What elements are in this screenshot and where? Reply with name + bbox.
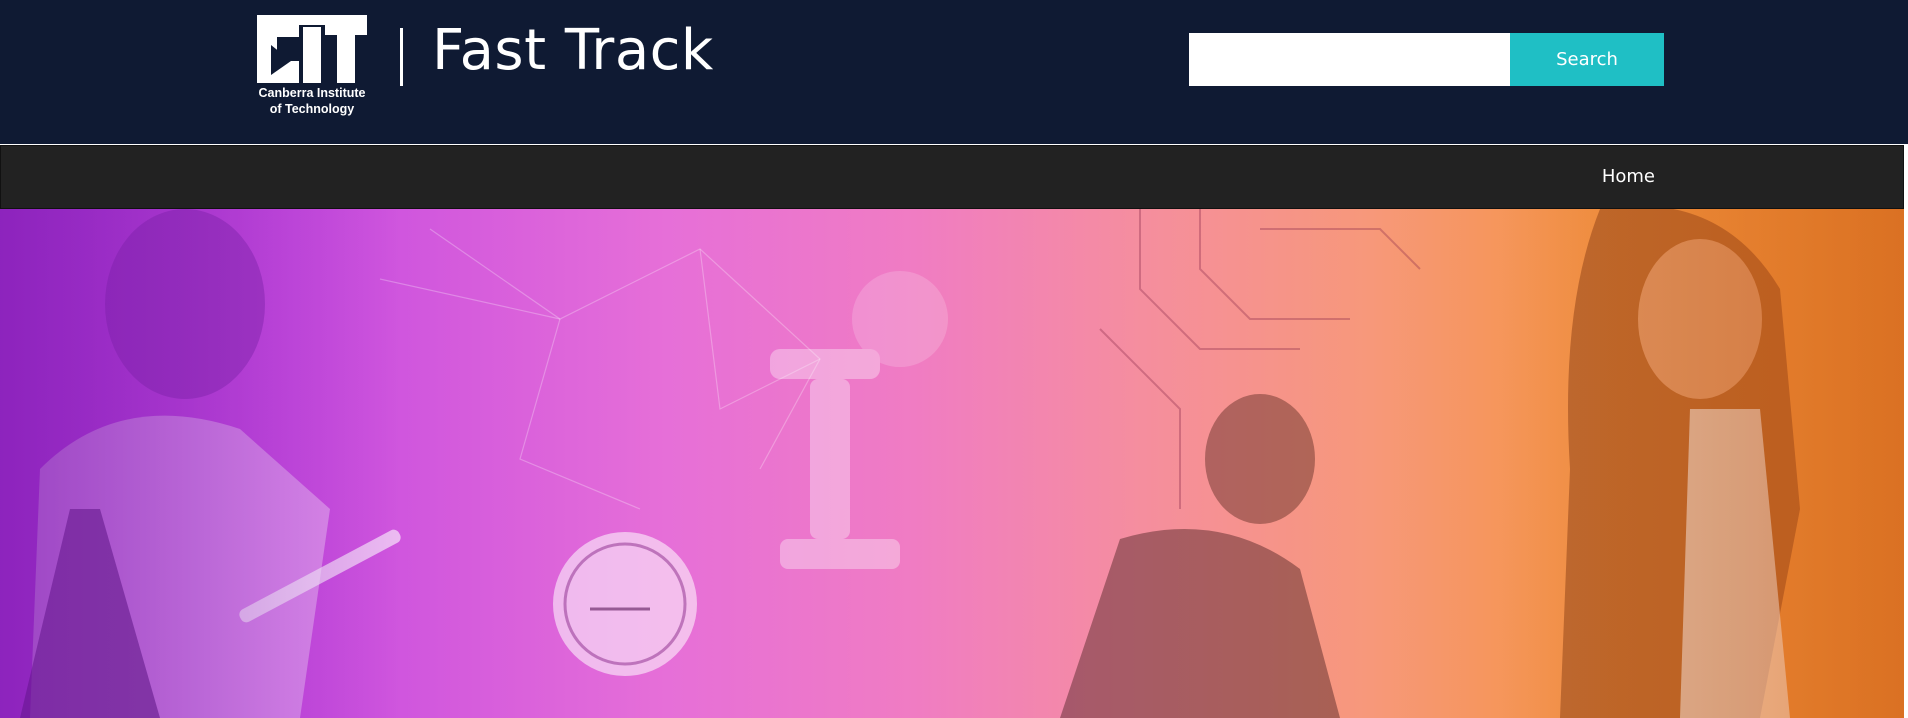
network-lines-decoration [379,228,821,510]
site-header: Canberra Institute of Technology Fast Tr… [0,0,1908,144]
search-button[interactable]: Search [1510,33,1664,86]
logo-text-line1: Canberra Institute [258,86,366,100]
logo-text-line2: of Technology [269,102,355,116]
logo-text: Canberra Institute of Technology [257,85,367,117]
microscope-illustration [770,271,948,569]
nav-item-home[interactable]: Home [1602,146,1655,208]
person-mechanic-illustration [1060,394,1340,718]
hero-banner [0,209,1904,718]
hero-image [0,209,1904,718]
pressure-gauge-illustration [553,532,697,676]
cit-logo-mark [257,15,367,83]
main-navbar: Home [0,145,1904,209]
title-divider [400,28,403,86]
search-input[interactable] [1189,33,1510,86]
site-title: Fast Track [432,18,714,83]
cit-logo[interactable]: Canberra Institute of Technology [257,15,367,119]
